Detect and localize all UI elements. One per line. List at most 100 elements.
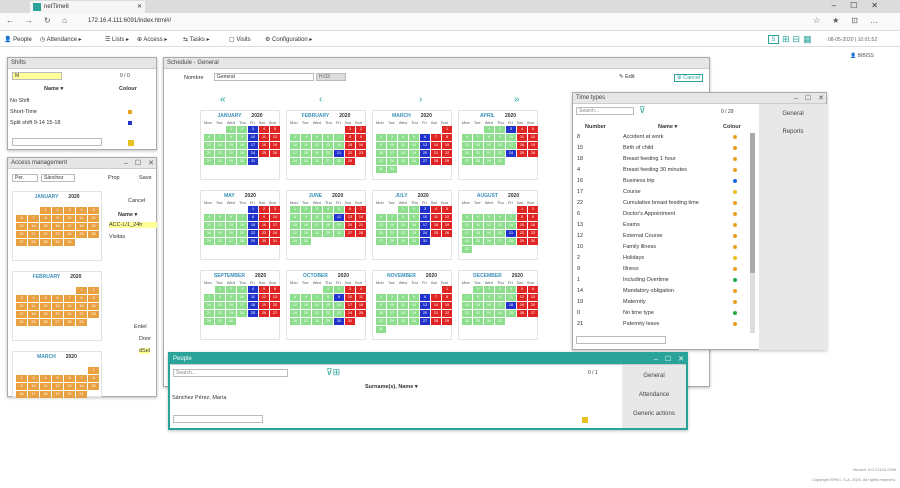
day-cell[interactable]: 8 — [76, 295, 87, 302]
day-cell[interactable]: 25 — [248, 310, 258, 317]
day-cell[interactable]: 1 — [248, 206, 258, 213]
day-cell[interactable]: 2 — [356, 126, 366, 133]
day-cell[interactable]: 15 — [248, 222, 258, 229]
time-type-number[interactable]: 0 — [577, 310, 580, 316]
time-type-number[interactable]: 18 — [577, 156, 583, 162]
access-save-button[interactable]: Save — [139, 175, 152, 181]
day-cell[interactable]: 11 — [76, 215, 87, 222]
tree-item[interactable]: Entel — [134, 324, 147, 330]
day-cell[interactable]: 18 — [28, 311, 39, 318]
day-cell[interactable]: 9 — [334, 294, 344, 301]
day-cell[interactable]: 16 — [237, 142, 247, 149]
day-cell[interactable]: 10 — [64, 215, 75, 222]
day-cell[interactable]: 12 — [312, 142, 322, 149]
day-cell[interactable]: 28 — [204, 318, 214, 325]
day-cell[interactable]: 12 — [88, 215, 99, 222]
minimize-icon[interactable]: – — [794, 93, 798, 104]
time-type-name[interactable]: Birth of child — [623, 145, 653, 151]
day-cell[interactable]: 16 — [484, 302, 494, 309]
day-cell[interactable]: 18 — [323, 222, 333, 229]
day-cell[interactable]: 6 — [495, 214, 505, 221]
maximize-icon[interactable]: ☐ — [665, 354, 671, 365]
day-cell[interactable]: 5 — [334, 206, 344, 213]
day-cell[interactable]: 4 — [248, 286, 258, 293]
day-cell[interactable]: 1 — [88, 367, 99, 374]
day-cell[interactable]: 29 — [323, 318, 333, 325]
day-cell[interactable]: 25 — [259, 150, 269, 157]
day-cell[interactable]: 21 — [215, 150, 225, 157]
day-cell[interactable]: 10 — [237, 294, 247, 301]
day-cell[interactable]: 4 — [204, 214, 214, 221]
day-cell[interactable]: 28 — [64, 319, 75, 326]
time-type-name[interactable]: Illness — [623, 266, 639, 272]
day-cell[interactable]: 7 — [204, 294, 214, 301]
day-cell[interactable]: 18 — [301, 150, 311, 157]
day-cell[interactable]: 30 — [528, 238, 538, 245]
day-cell[interactable]: 16 — [16, 391, 27, 398]
day-cell[interactable]: 11 — [259, 134, 269, 141]
day-cell[interactable]: 30 — [301, 238, 311, 245]
day-cell[interactable]: 13 — [495, 222, 505, 229]
day-cell[interactable]: 9 — [52, 215, 63, 222]
day-cell[interactable]: 12 — [52, 383, 63, 390]
day-cell[interactable]: 28 — [356, 230, 366, 237]
day-cell[interactable]: 1 — [442, 126, 452, 133]
day-cell[interactable]: 28 — [431, 318, 441, 325]
day-cell[interactable]: 10 — [270, 214, 280, 221]
time-type-name[interactable]: Including Overtime — [623, 277, 669, 283]
day-cell[interactable]: 7 — [473, 134, 483, 141]
shift-row[interactable]: Split shift 9-14 15-18 — [10, 120, 60, 126]
day-cell[interactable]: 7 — [431, 294, 441, 301]
day-cell[interactable]: 1 — [442, 286, 452, 293]
day-cell[interactable]: 20 — [323, 150, 333, 157]
day-cell[interactable]: 2 — [237, 126, 247, 133]
day-cell[interactable]: 23 — [528, 230, 538, 237]
day-cell[interactable]: 25 — [301, 158, 311, 165]
day-cell[interactable]: 1 — [473, 286, 483, 293]
day-cell[interactable]: 26 — [40, 319, 51, 326]
day-cell[interactable]: 4 — [76, 207, 87, 214]
day-cell[interactable]: 13 — [462, 142, 472, 149]
day-cell[interactable]: 6 — [204, 134, 214, 141]
side-reports[interactable]: Reports — [759, 129, 827, 135]
window-controls[interactable]: –☐✕ — [832, 1, 892, 10]
day-cell[interactable]: 17 — [290, 150, 300, 157]
schedule-edit-button[interactable]: ✎ Edit — [619, 74, 635, 80]
day-cell[interactable]: 18 — [398, 310, 408, 317]
day-cell[interactable]: 22 — [76, 311, 87, 318]
day-cell[interactable]: 28 — [387, 238, 397, 245]
day-cell[interactable]: 5 — [88, 207, 99, 214]
day-cell[interactable]: 19 — [215, 230, 225, 237]
day-cell[interactable]: 26 — [259, 310, 269, 317]
day-cell[interactable]: 27 — [376, 238, 386, 245]
day-cell[interactable]: 22 — [215, 310, 225, 317]
day-cell[interactable]: 27 — [495, 238, 505, 245]
day-cell[interactable]: 2 — [484, 286, 494, 293]
day-cell[interactable]: 21 — [356, 222, 366, 229]
day-cell[interactable]: 11 — [473, 222, 483, 229]
people-bottom-select[interactable] — [173, 415, 263, 423]
day-cell[interactable]: 29 — [398, 238, 408, 245]
time-type-name[interactable]: Family illness — [623, 244, 656, 250]
day-cell[interactable]: 3 — [387, 134, 397, 141]
day-cell[interactable]: 7 — [312, 294, 322, 301]
time-type-number[interactable]: 21 — [577, 321, 583, 327]
day-cell[interactable]: 30 — [484, 318, 494, 325]
day-cell[interactable]: 2 — [16, 375, 27, 382]
time-type-number[interactable]: 10 — [577, 244, 583, 250]
day-cell[interactable]: 24 — [387, 318, 397, 325]
day-cell[interactable]: 23 — [259, 230, 269, 237]
day-cell[interactable]: 20 — [270, 302, 280, 309]
day-cell[interactable]: 23 — [301, 230, 311, 237]
day-cell[interactable]: 28 — [28, 239, 39, 246]
day-cell[interactable]: 24 — [16, 319, 27, 326]
day-cell[interactable]: 27 — [301, 318, 311, 325]
day-cell[interactable]: 19 — [528, 142, 538, 149]
time-type-name[interactable]: External Course — [623, 233, 662, 239]
day-cell[interactable]: 29 — [248, 238, 258, 245]
day-cell[interactable]: 30 — [409, 238, 419, 245]
day-cell[interactable]: 20 — [420, 150, 430, 157]
day-cell[interactable]: 11 — [431, 214, 441, 221]
access-cancel-button[interactable]: Cancel — [128, 198, 145, 204]
day-cell[interactable]: 5 — [270, 126, 280, 133]
